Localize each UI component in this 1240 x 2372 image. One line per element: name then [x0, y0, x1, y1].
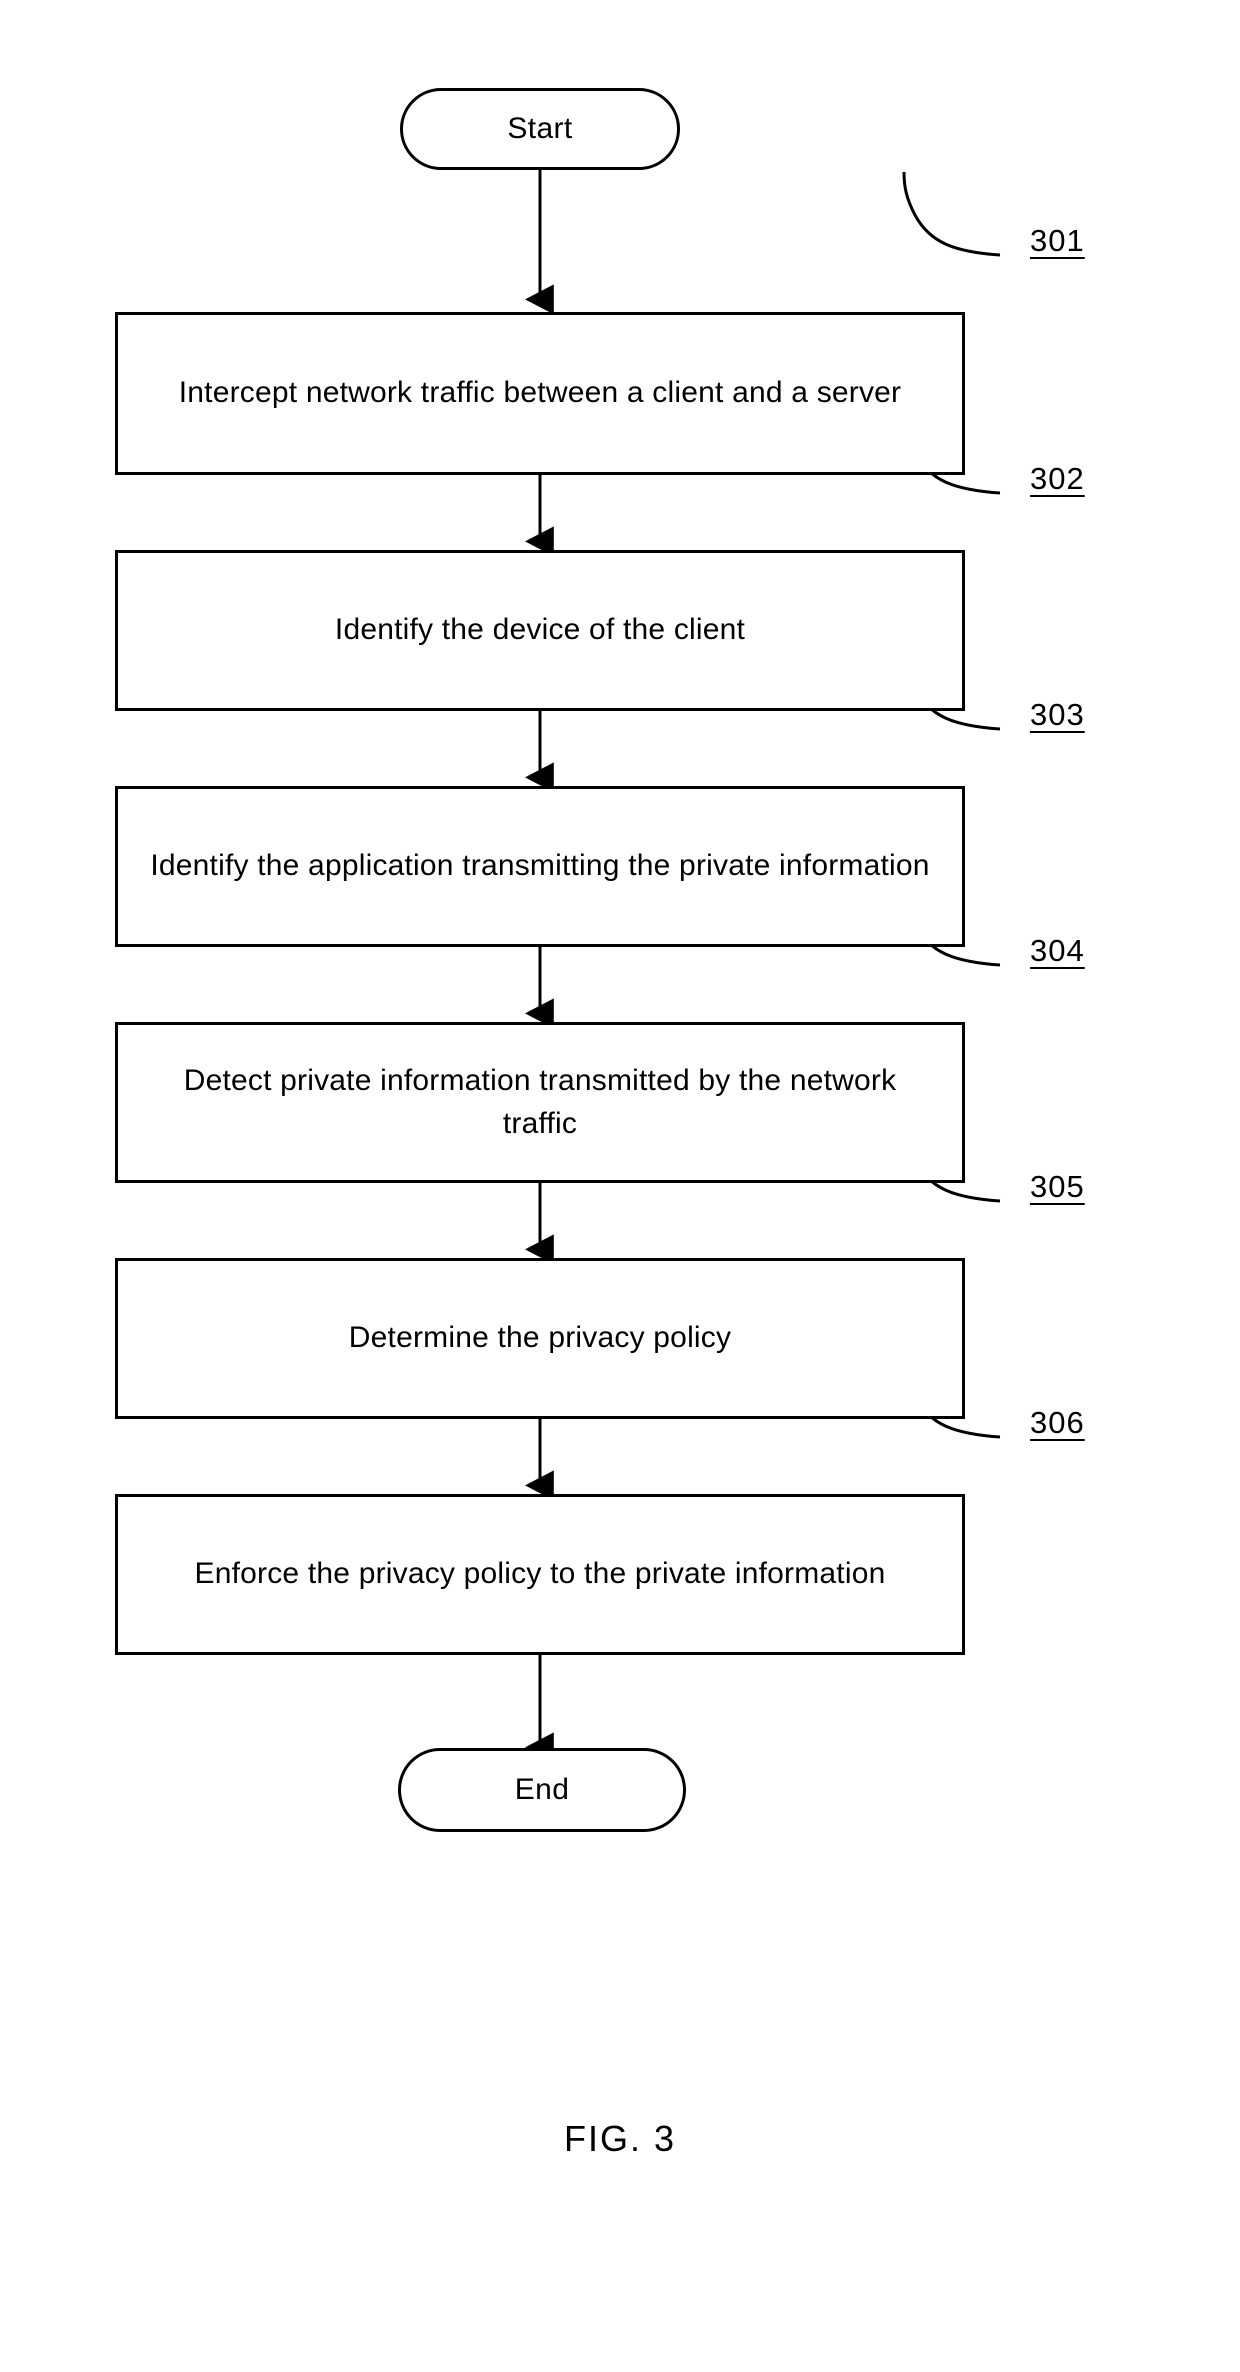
- node-end[interactable]: End: [398, 1748, 686, 1832]
- node-step-306[interactable]: Enforce the privacy policy to the privat…: [115, 1494, 965, 1655]
- figure-caption: FIG. 3: [563, 2118, 677, 2159]
- reference-numeral-303: 303: [1030, 697, 1085, 732]
- leader-line-301: [902, 171, 1001, 257]
- figure-3-flowchart: Start Intercept network traffic between …: [0, 0, 1240, 2372]
- reference-numeral-306: 306: [1030, 1405, 1085, 1440]
- node-step-305-label: Determine the privacy policy: [348, 1321, 732, 1355]
- reference-numeral-301: 301: [1030, 223, 1085, 258]
- node-step-304-label: Detect private information transmitted b…: [183, 1063, 897, 1140]
- reference-numeral-304: 304: [1030, 933, 1085, 968]
- node-end-label: End: [514, 1773, 570, 1807]
- node-step-302[interactable]: Identify the device of the client: [115, 550, 965, 711]
- node-step-306-label: Enforce the privacy policy to the privat…: [194, 1557, 886, 1591]
- node-start[interactable]: Start: [400, 88, 680, 170]
- node-step-303-label: Identify the application transmitting th…: [150, 849, 930, 883]
- reference-numeral-302: 302: [1030, 461, 1085, 496]
- node-step-303[interactable]: Identify the application transmitting th…: [115, 786, 965, 947]
- node-start-label: Start: [507, 112, 573, 146]
- node-step-301[interactable]: Intercept network traffic between a clie…: [115, 312, 965, 475]
- node-step-304[interactable]: Detect private information transmitted b…: [115, 1022, 965, 1183]
- reference-numeral-305: 305: [1030, 1169, 1085, 1204]
- node-step-301-label: Intercept network traffic between a clie…: [178, 376, 902, 410]
- node-step-302-label: Identify the device of the client: [334, 613, 746, 647]
- node-step-305[interactable]: Determine the privacy policy: [115, 1258, 965, 1419]
